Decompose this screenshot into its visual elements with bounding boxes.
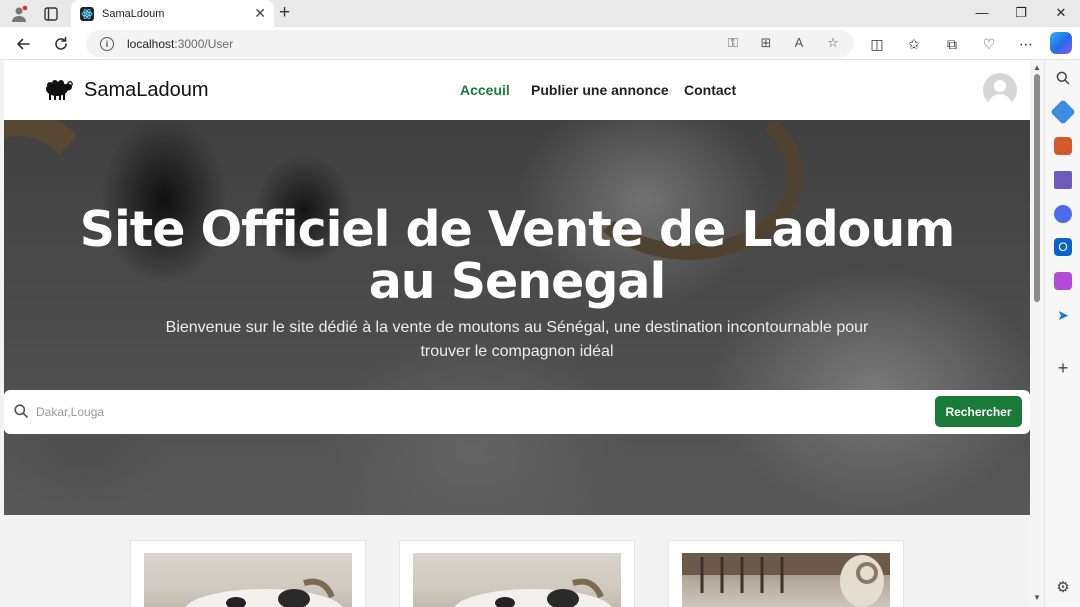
search-bar: Rechercher	[4, 390, 1030, 434]
edge-sidebar: O ➤ + ⚙	[1044, 60, 1080, 607]
key-icon[interactable]: ⚿	[724, 35, 742, 51]
active-tab[interactable]: SamaLdoum ✕	[71, 0, 274, 27]
site-brand[interactable]: SamaLadoum	[84, 79, 209, 102]
browser-essentials-icon[interactable]: ♡	[979, 35, 999, 53]
listing-image[interactable]	[144, 553, 352, 607]
user-avatar-icon[interactable]	[983, 73, 1017, 107]
copilot-icon[interactable]	[1050, 32, 1072, 54]
nav-acceuil[interactable]: Acceuil	[460, 82, 510, 98]
scroll-down-icon[interactable]: ▼	[1033, 593, 1041, 602]
browser-toolbar: i localhost:3000/User ⚿ ⊞ A ☆ ◫ ✩ ⧉ ♡ ⋯	[0, 27, 1080, 60]
address-bar[interactable]: i localhost:3000/User ⚿ ⊞ A ☆	[86, 30, 854, 57]
split-screen-icon[interactable]: ◫	[867, 35, 887, 53]
restore-icon[interactable]: ❐	[1006, 3, 1036, 23]
minimize-icon[interactable]: —	[967, 3, 997, 23]
search-button[interactable]: Rechercher	[935, 396, 1022, 427]
hero-title: Site Officiel de Vente de Ladoum au Sene…	[79, 201, 956, 310]
listing-card[interactable]	[130, 540, 366, 607]
sheep-logo-icon[interactable]	[44, 78, 74, 102]
hero-banner: Site Officiel de Vente de Ladoum au Sene…	[4, 120, 1030, 515]
back-icon[interactable]	[12, 33, 34, 55]
send-icon[interactable]: ➤	[1054, 306, 1072, 324]
listing-card[interactable]	[399, 540, 635, 607]
close-icon[interactable]: ✕	[254, 5, 266, 22]
search-icon	[14, 404, 28, 418]
site-header: SamaLadoum Acceuil Publier une annonce C…	[4, 60, 1030, 120]
react-favicon-icon	[80, 6, 94, 21]
page-viewport: SamaLadoum Acceuil Publier une annonce C…	[4, 60, 1030, 607]
collections-icon[interactable]: ⧉	[942, 35, 962, 53]
microsoft365-icon[interactable]	[1054, 205, 1072, 223]
nav-publier-annonce[interactable]: Publier une annonce	[531, 82, 669, 98]
read-aloud-icon[interactable]: A	[790, 35, 808, 50]
search-input[interactable]	[36, 402, 916, 422]
tools-icon[interactable]	[1054, 137, 1072, 155]
apps-icon[interactable]: ⊞	[757, 35, 775, 51]
designer-icon[interactable]	[1054, 272, 1072, 290]
tab-actions-icon[interactable]	[41, 4, 61, 24]
tab-title: SamaLdoum	[102, 7, 165, 20]
hero-subtitle: Bienvenue sur le site dédié à la vente d…	[165, 319, 869, 360]
listing-card[interactable]	[668, 540, 904, 607]
refresh-icon[interactable]	[50, 33, 72, 55]
scroll-thumb[interactable]	[1034, 74, 1040, 302]
listings-section	[4, 515, 1030, 607]
games-icon[interactable]	[1054, 171, 1072, 189]
settings-icon[interactable]: ⚙	[1054, 578, 1072, 596]
listing-image[interactable]	[682, 553, 890, 607]
url-text[interactable]: localhost:3000/User	[127, 37, 233, 51]
scroll-up-icon[interactable]: ▲	[1033, 63, 1041, 72]
favorite-icon[interactable]: ☆	[824, 35, 842, 51]
profile-icon[interactable]	[9, 4, 29, 24]
browser-tab-bar: SamaLdoum ✕ + — ❐ ✕	[0, 0, 1080, 27]
search-icon[interactable]	[1054, 69, 1072, 87]
outlook-icon[interactable]: O	[1054, 238, 1072, 256]
listing-image[interactable]	[413, 553, 621, 607]
shopping-icon[interactable]	[1050, 99, 1076, 125]
favorites-icon[interactable]: ✩	[904, 35, 924, 53]
page-scrollbar[interactable]: ▲ ▼	[1031, 60, 1043, 607]
more-icon[interactable]: ⋯	[1016, 35, 1036, 53]
close-window-icon[interactable]: ✕	[1046, 3, 1076, 23]
info-icon[interactable]: i	[100, 36, 114, 51]
nav-contact[interactable]: Contact	[684, 82, 736, 98]
add-icon[interactable]: +	[1054, 358, 1072, 378]
plus-icon[interactable]: +	[279, 3, 290, 23]
